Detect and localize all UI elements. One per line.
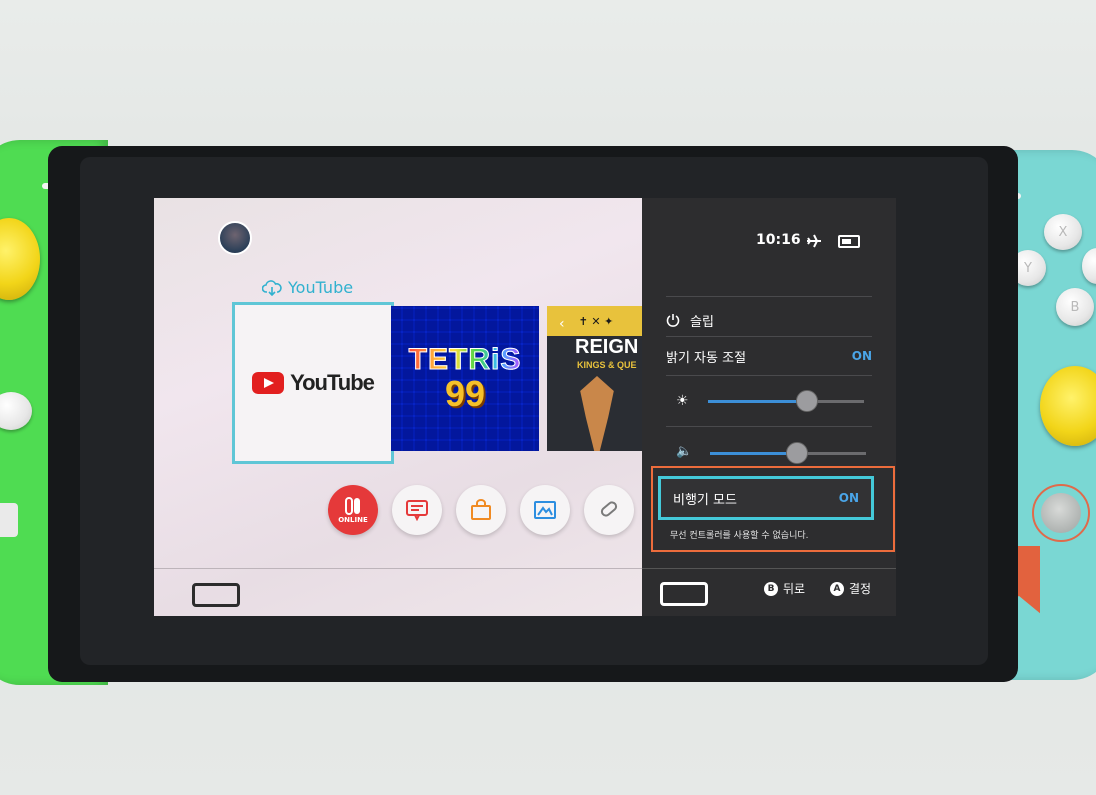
divider xyxy=(642,568,896,569)
divider xyxy=(666,336,872,337)
back-label: 뒤로 xyxy=(783,582,806,596)
news-button[interactable] xyxy=(392,485,442,535)
youtube-logo-text: YouTube xyxy=(290,370,375,395)
youtube-tile[interactable]: YouTube xyxy=(232,302,394,464)
x-button[interactable]: X xyxy=(1044,214,1082,250)
news-icon xyxy=(406,500,428,521)
divider xyxy=(666,426,872,427)
nintendo-online-button[interactable]: ONLINE xyxy=(328,485,378,535)
reigns-subtitle: KINGS & QUE xyxy=(577,360,637,370)
switch-logo-icon xyxy=(345,497,360,515)
shopping-bag-icon xyxy=(471,499,491,520)
status-time: 10:16 xyxy=(756,232,801,248)
battery-icon xyxy=(838,235,860,248)
airplane-mode-label: 비행기 모드 xyxy=(673,492,737,508)
album-button[interactable] xyxy=(520,485,570,535)
airplane-mode-hint: 무선 컨트롤러를 사용할 수 없습니다. xyxy=(670,531,809,541)
y-label: Y xyxy=(1024,260,1032,276)
brightness-icon: ☀ xyxy=(676,393,689,409)
b-button-icon: B xyxy=(764,581,778,596)
cloud-download-icon xyxy=(262,279,282,296)
user-avatar[interactable] xyxy=(218,221,252,255)
online-label: ONLINE xyxy=(338,516,368,524)
x-label: X xyxy=(1058,224,1068,240)
sleep-row[interactable]: 슬립 xyxy=(666,306,872,334)
auto-brightness-row[interactable]: 밝기 자동 조절 ON xyxy=(666,342,872,370)
handheld-mode-icon xyxy=(660,582,708,606)
back-hint[interactable]: B 뒤로 xyxy=(764,580,805,597)
volume-icon: 🔈 xyxy=(676,444,693,459)
ok-hint[interactable]: A 결정 xyxy=(830,580,871,597)
volume-knob[interactable] xyxy=(786,442,808,464)
ok-label: 결정 xyxy=(849,582,872,596)
home-button[interactable] xyxy=(1041,493,1081,533)
tetris-title: TETRiS xyxy=(408,342,522,376)
tile-caption: YouTube xyxy=(288,278,354,297)
divider xyxy=(154,568,642,569)
eshop-button[interactable] xyxy=(456,485,506,535)
reigns-title: REIGN xyxy=(575,336,639,358)
tetris-99-tile[interactable]: TETRiS 99 xyxy=(391,306,539,451)
album-icon xyxy=(534,501,556,519)
b-button[interactable]: B xyxy=(1056,288,1094,326)
home-menu: YouTube YouTube TETRiS 99 ✝ ✕ ✦ REIGN KI… xyxy=(154,198,645,616)
deer-art xyxy=(580,376,614,451)
sleep-label: 슬립 xyxy=(690,314,714,330)
quick-settings-panel: 10:16 슬립 밝기 자동 조절 ON ☀ 🔈 비행기 모드 ON 무선 컨트… xyxy=(642,198,896,616)
screen: YouTube YouTube TETRiS 99 ✝ ✕ ✦ REIGN KI… xyxy=(154,198,896,616)
b-label: B xyxy=(1070,299,1080,315)
chevron-left-icon: ‹ xyxy=(559,316,565,332)
home-button-highlight xyxy=(1032,484,1090,542)
selected-title-caption: YouTube xyxy=(262,278,353,297)
airplane-icon xyxy=(807,234,821,248)
airplane-mode-value: ON xyxy=(838,491,859,505)
handheld-mode-icon xyxy=(192,583,240,607)
capture-button[interactable] xyxy=(0,503,18,537)
airplane-mode-row[interactable]: 비행기 모드 ON xyxy=(658,476,874,520)
tetris-number: 99 xyxy=(444,372,486,414)
controller-icon xyxy=(600,501,618,517)
youtube-play-icon xyxy=(252,372,285,394)
auto-brightness-label: 밝기 자동 조절 xyxy=(666,350,747,366)
controllers-button[interactable] xyxy=(584,485,634,535)
auto-brightness-value: ON xyxy=(851,349,872,363)
brightness-knob[interactable] xyxy=(796,390,818,412)
power-icon xyxy=(666,314,680,327)
divider xyxy=(666,375,872,376)
divider xyxy=(666,296,872,297)
a-button-icon: A xyxy=(830,581,844,596)
